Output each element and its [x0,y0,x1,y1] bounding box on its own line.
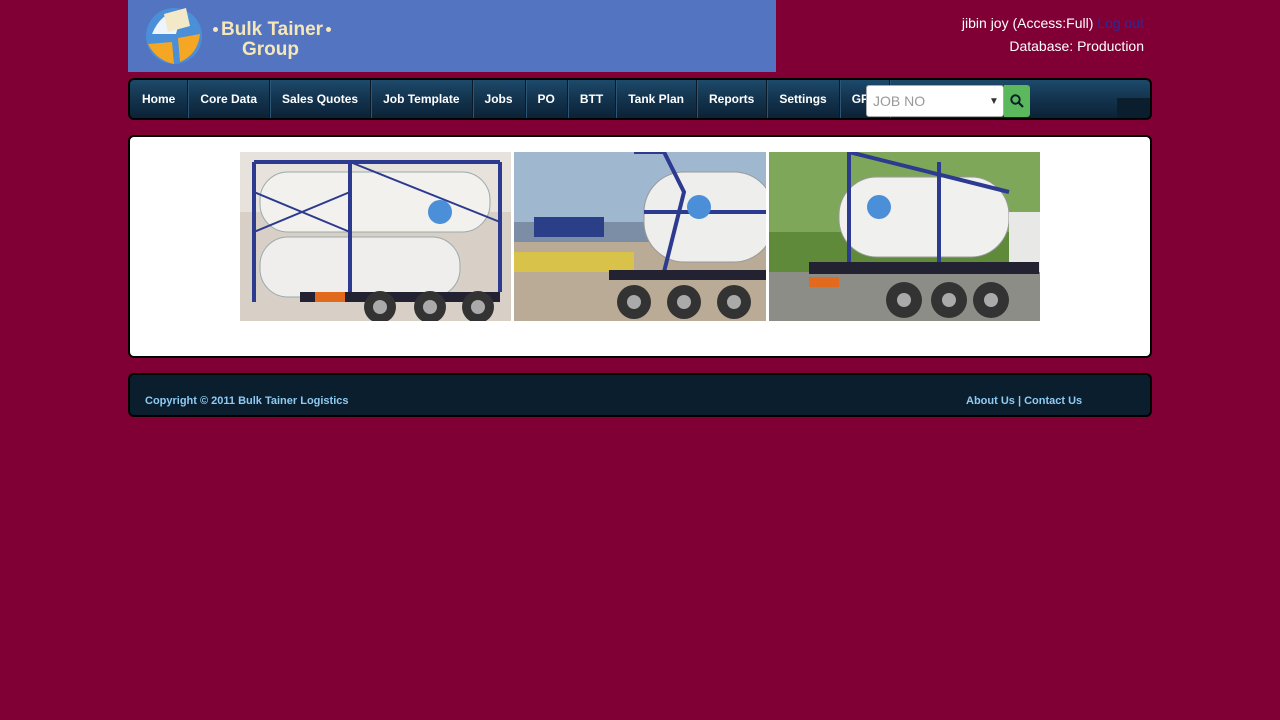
nav-item-jobs[interactable]: Jobs [473,80,526,118]
header-logo-banner: Bulk Tainer Group [128,0,776,72]
search-button[interactable] [1004,85,1030,117]
user-info: jibin joy (Access:Full) Log out Database… [962,12,1144,58]
nav-item-sales-quotes[interactable]: Sales Quotes [270,80,372,118]
brand-line1: Bulk Tainer [221,19,324,40]
footer-separator: | [1017,395,1022,407]
nav-item-tank-plan[interactable]: Tank Plan [616,80,698,118]
tank-trailer-photo-2 [514,152,766,321]
footer-links: About Us | Contact Us [966,395,1082,407]
search-icon [1010,94,1024,108]
nav-item-home[interactable]: Home [130,80,189,118]
nav-item-job-template[interactable]: Job Template [371,80,473,118]
nav-end-cap [1117,98,1150,118]
globe-logo-icon [146,8,202,64]
chevron-down-icon: ▼ [989,95,999,107]
about-us-link[interactable]: About Us [966,395,1015,407]
job-search-select[interactable]: JOB NO ▼ [866,85,1004,117]
nav-item-settings[interactable]: Settings [767,80,840,118]
brand-line2: Group [242,39,299,60]
nav-item-po[interactable]: PO [526,80,568,118]
main-content [128,135,1152,358]
brand-name: Bulk Tainer Group [210,20,334,60]
nav-item-btt[interactable]: BTT [568,80,617,118]
contact-us-link[interactable]: Contact Us [1024,395,1082,407]
nav-menu: Home Core Data Sales Quotes Job Template… [130,80,891,118]
nav-item-reports[interactable]: Reports [697,80,768,118]
user-access-text: jibin joy (Access:Full) [961,15,1094,31]
logout-link[interactable]: Log out [1097,15,1144,31]
page-footer: Copyright © 2011 Bulk Tainer Logistics A… [128,373,1152,417]
nav-item-core-data[interactable]: Core Data [188,80,271,118]
tank-trailer-photo-1 [240,152,511,321]
database-label: Database: Production [1009,38,1144,54]
job-search-select-value: JOB NO [873,93,926,109]
copyright-text: Copyright © 2011 Bulk Tainer Logistics [145,395,349,407]
tank-trailer-photo-3 [769,152,1040,321]
main-navbar: Home Core Data Sales Quotes Job Template… [128,78,1152,120]
